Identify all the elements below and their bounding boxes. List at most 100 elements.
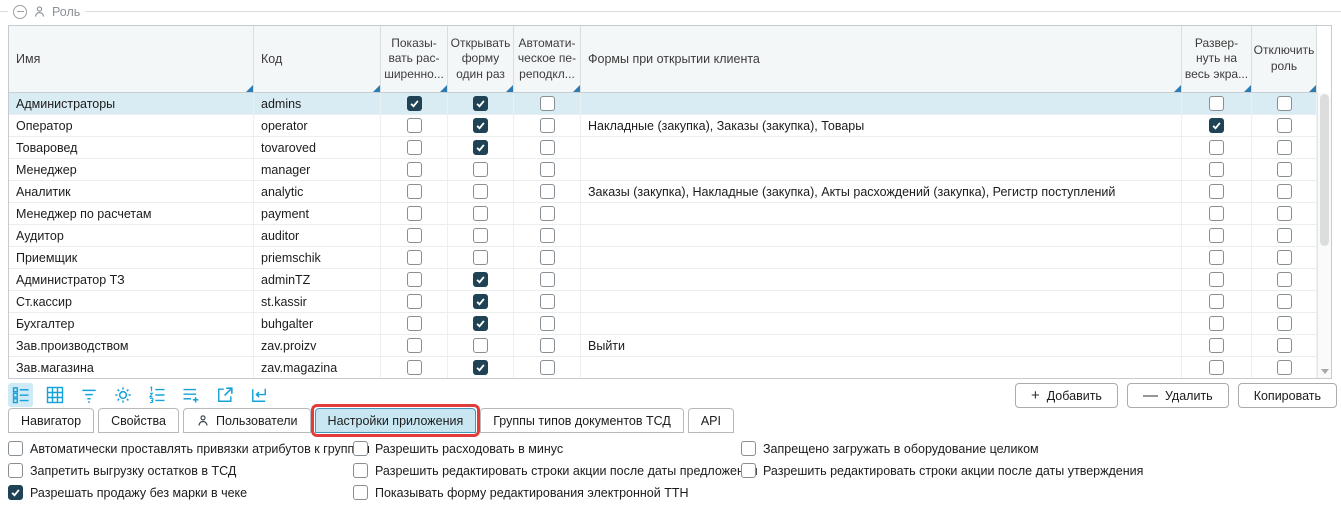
auto-reconnect-checkbox[interactable] — [540, 118, 555, 133]
table-row[interactable]: АналитикanalyticЗаказы (закупка), Наклад… — [9, 181, 1317, 203]
show-extended-checkbox[interactable] — [407, 228, 422, 243]
auto-reconnect-checkbox[interactable] — [540, 294, 555, 309]
fullscreen-checkbox[interactable] — [1209, 338, 1224, 353]
filter-icon[interactable] — [76, 383, 101, 407]
open-form-once-checkbox[interactable] — [473, 294, 488, 309]
column-header-6[interactable]: Развер- нуть на весь экра... — [1182, 26, 1252, 92]
grid-view-icon[interactable] — [42, 383, 67, 407]
auto-reconnect-checkbox[interactable] — [540, 228, 555, 243]
table-row[interactable]: Менеджерmanager — [9, 159, 1317, 181]
open-form-once-checkbox[interactable] — [473, 360, 488, 375]
copy-button[interactable]: Копировать — [1238, 383, 1337, 408]
column-header-0[interactable]: Имя — [9, 26, 254, 92]
table-row[interactable]: Товароведtovaroved — [9, 137, 1317, 159]
auto-reconnect-checkbox[interactable] — [540, 272, 555, 287]
disable-role-checkbox[interactable] — [1277, 118, 1292, 133]
show-extended-checkbox[interactable] — [407, 184, 422, 199]
setting-checkbox[interactable] — [8, 463, 23, 478]
column-header-7[interactable]: Отключить роль — [1252, 26, 1317, 92]
scrollbar-down-arrow-icon[interactable] — [1321, 369, 1329, 374]
table-row[interactable]: Приемщикpriemschik — [9, 247, 1317, 269]
auto-reconnect-checkbox[interactable] — [540, 96, 555, 111]
table-row[interactable]: ОператорoperatorНакладные (закупка), Зак… — [9, 115, 1317, 137]
tab-навигатор[interactable]: Навигатор — [8, 408, 94, 433]
table-row[interactable]: Менеджер по расчетамpayment — [9, 203, 1317, 225]
open-form-once-checkbox[interactable] — [473, 316, 488, 331]
table-row[interactable]: Администраторыadmins — [9, 93, 1317, 115]
show-extended-checkbox[interactable] — [407, 140, 422, 155]
fullscreen-checkbox[interactable] — [1209, 140, 1224, 155]
fullscreen-checkbox[interactable] — [1209, 206, 1224, 221]
auto-reconnect-checkbox[interactable] — [540, 250, 555, 265]
setting-checkbox[interactable] — [8, 441, 23, 456]
collapse-icon[interactable] — [13, 5, 27, 19]
show-extended-checkbox[interactable] — [407, 294, 422, 309]
auto-reconnect-checkbox[interactable] — [540, 316, 555, 331]
open-form-once-checkbox[interactable] — [473, 338, 488, 353]
setting-checkbox[interactable] — [741, 441, 756, 456]
fullscreen-checkbox[interactable] — [1209, 272, 1224, 287]
setting-checkbox[interactable] — [353, 441, 368, 456]
column-header-4[interactable]: Автомати- ческое пе- реподкл... — [514, 26, 581, 92]
auto-reconnect-checkbox[interactable] — [540, 162, 555, 177]
tab-группы-типов-документов-тсд[interactable]: Группы типов документов ТСД — [480, 408, 684, 433]
disable-role-checkbox[interactable] — [1277, 140, 1292, 155]
fullscreen-checkbox[interactable] — [1209, 294, 1224, 309]
delete-button[interactable]: —Удалить — [1127, 383, 1229, 408]
vertical-scrollbar[interactable] — [1317, 93, 1331, 378]
disable-role-checkbox[interactable] — [1277, 338, 1292, 353]
open-form-once-checkbox[interactable] — [473, 250, 488, 265]
list-add-icon[interactable] — [178, 383, 203, 407]
setting-checkbox[interactable] — [8, 485, 23, 500]
list-view-icon[interactable] — [8, 383, 33, 407]
show-extended-checkbox[interactable] — [407, 272, 422, 287]
fullscreen-checkbox[interactable] — [1209, 316, 1224, 331]
auto-reconnect-checkbox[interactable] — [540, 184, 555, 199]
setting-checkbox[interactable] — [353, 485, 368, 500]
auto-reconnect-checkbox[interactable] — [540, 140, 555, 155]
column-header-3[interactable]: Открывать форму один раз — [448, 26, 514, 92]
disable-role-checkbox[interactable] — [1277, 228, 1292, 243]
fullscreen-checkbox[interactable] — [1209, 96, 1224, 111]
show-extended-checkbox[interactable] — [407, 118, 422, 133]
column-header-1[interactable]: Код — [254, 26, 381, 92]
fullscreen-checkbox[interactable] — [1209, 184, 1224, 199]
tab-свойства[interactable]: Свойства — [98, 408, 179, 433]
open-form-once-checkbox[interactable] — [473, 206, 488, 221]
numbered-list-icon[interactable] — [144, 383, 169, 407]
open-external-icon[interactable] — [212, 383, 237, 407]
show-extended-checkbox[interactable] — [407, 162, 422, 177]
table-row[interactable]: Зав.производствомzav.proizvВыйти — [9, 335, 1317, 357]
auto-reconnect-checkbox[interactable] — [540, 206, 555, 221]
open-form-once-checkbox[interactable] — [473, 140, 488, 155]
disable-role-checkbox[interactable] — [1277, 96, 1292, 111]
setting-checkbox[interactable] — [741, 463, 756, 478]
table-row[interactable]: Администратор ТЗadminTZ — [9, 269, 1317, 291]
open-form-once-checkbox[interactable] — [473, 162, 488, 177]
gear-icon[interactable] — [110, 383, 135, 407]
tab-api[interactable]: API — [688, 408, 734, 433]
show-extended-checkbox[interactable] — [407, 250, 422, 265]
show-extended-checkbox[interactable] — [407, 206, 422, 221]
tab-настройки-приложения[interactable]: Настройки приложения — [315, 408, 477, 433]
auto-reconnect-checkbox[interactable] — [540, 360, 555, 375]
column-header-2[interactable]: Показы- вать рас- ширенно... — [381, 26, 448, 92]
open-form-once-checkbox[interactable] — [473, 96, 488, 111]
show-extended-checkbox[interactable] — [407, 96, 422, 111]
scrollbar-thumb[interactable] — [1320, 94, 1329, 246]
tab-пользователи[interactable]: Пользователи — [183, 408, 311, 433]
disable-role-checkbox[interactable] — [1277, 250, 1292, 265]
setting-checkbox[interactable] — [353, 463, 368, 478]
table-row[interactable]: Ст.кассирst.kassir — [9, 291, 1317, 313]
show-extended-checkbox[interactable] — [407, 316, 422, 331]
open-form-once-checkbox[interactable] — [473, 118, 488, 133]
fullscreen-checkbox[interactable] — [1209, 162, 1224, 177]
table-row[interactable]: Аудиторauditor — [9, 225, 1317, 247]
auto-reconnect-checkbox[interactable] — [540, 338, 555, 353]
disable-role-checkbox[interactable] — [1277, 162, 1292, 177]
disable-role-checkbox[interactable] — [1277, 294, 1292, 309]
disable-role-checkbox[interactable] — [1277, 206, 1292, 221]
fullscreen-checkbox[interactable] — [1209, 228, 1224, 243]
add-button[interactable]: +Добавить — [1015, 383, 1118, 408]
disable-role-checkbox[interactable] — [1277, 360, 1292, 375]
